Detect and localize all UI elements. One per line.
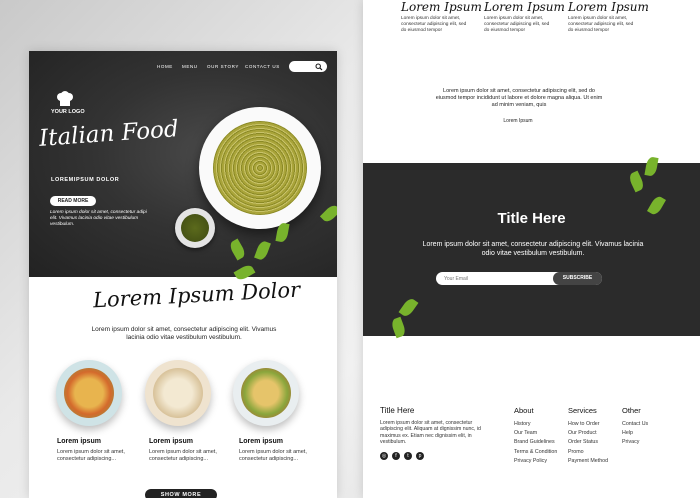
dish-image-1[interactable]: [56, 360, 122, 426]
dish-title-3: Lorem ipsum: [239, 438, 283, 445]
logo-text: YOUR LOGO: [51, 109, 85, 115]
show-more-button[interactable]: SHOW MORE: [145, 489, 217, 498]
footer-column-title: Other: [622, 406, 641, 415]
search-icon[interactable]: [315, 63, 323, 71]
footer-link-our-product[interactable]: Our Product: [568, 429, 608, 438]
twitter-icon[interactable]: t: [404, 452, 412, 460]
dish-title-1: Lorem ipsum: [57, 438, 101, 445]
pesto-image: [181, 214, 209, 242]
section-text: Lorem ipsum dolor sit amet, consectetur …: [91, 326, 277, 341]
footer-link-history[interactable]: History: [514, 420, 557, 429]
footer-column-title: Services: [568, 406, 597, 415]
nav-contact-us[interactable]: CONTACT US: [245, 64, 280, 69]
instagram-icon[interactable]: ◎: [380, 452, 388, 460]
nav-our-story[interactable]: OUR STORY: [207, 64, 239, 69]
footer-link-contact-us[interactable]: Contact Us: [622, 420, 648, 429]
top-column-title: Lorem Ipsum: [484, 0, 565, 14]
top-column-title: Lorem Ipsum: [568, 0, 649, 14]
footer-column-other: Other Contact Us Help Privacy: [622, 406, 648, 448]
top-column-text: Lorem ipsum dolor sit amet, consectetur …: [401, 16, 467, 33]
hero-subtitle: LOREMIPSUM DOLOR: [51, 177, 120, 183]
footer-link-how-to-order[interactable]: How to Order: [568, 420, 608, 429]
top-column-text: Lorem ipsum dolor sit amet, consectetur …: [568, 16, 634, 33]
subscribe-button[interactable]: SUBSCRIBE: [553, 272, 602, 285]
search-bar[interactable]: [289, 61, 327, 72]
top-column-2: Lorem Ipsum Lorem ipsum dolor sit amet, …: [484, 0, 565, 34]
footer-link-terms[interactable]: Terms & Condition: [514, 448, 557, 457]
pasta-image: [213, 121, 307, 215]
basil-leaf-icon: [319, 202, 337, 225]
hero-title: Italian Food: [38, 116, 180, 152]
chef-hat-icon: [57, 91, 73, 106]
dish-text-1: Lorem ipsum dolor sit amet, consectetur …: [57, 449, 125, 462]
footer-link-privacy-policy[interactable]: Privacy Policy: [514, 457, 557, 466]
footer-link-privacy[interactable]: Privacy: [622, 438, 648, 447]
footer-text: Lorem ipsum dolor sit amet, consectetur …: [380, 420, 481, 445]
footer-link-promo[interactable]: Promo: [568, 448, 608, 457]
top-column-1: Lorem Ipsum Lorem ipsum dolor sit amet, …: [401, 0, 482, 34]
footer-title: Title Here: [380, 406, 415, 415]
basil-leaf-icon: [254, 239, 271, 262]
dish-text-2: Lorem ipsum dolor sit amet, consectetur …: [149, 449, 217, 462]
footer-column-title: About: [514, 406, 534, 415]
landing-page-right: Lorem Ipsum Lorem ipsum dolor sit amet, …: [363, 0, 700, 498]
intro-label: Lorem Ipsum: [503, 118, 533, 124]
footer-link-our-team[interactable]: Our Team: [514, 429, 557, 438]
newsletter-text: Lorem ipsum dolor sit amet, consectetur …: [422, 241, 644, 257]
intro-text: Lorem ipsum dolor sit amet, consectetur …: [435, 88, 603, 108]
hero-text: Lorem ipsum dolor sit amet, consectetur …: [50, 210, 147, 227]
dish-title-2: Lorem ipsum: [149, 438, 193, 445]
hero-section: HOME MENU OUR STORY CONTACT US YOUR LOGO…: [29, 51, 337, 283]
nav-home[interactable]: HOME: [157, 64, 173, 69]
footer-link-help[interactable]: Help: [622, 429, 648, 438]
footer-link-order-status[interactable]: Order Status: [568, 438, 608, 447]
dish-image-2[interactable]: [145, 360, 211, 426]
top-column-title: Lorem Ipsum: [401, 0, 482, 14]
dish-text-3: Lorem ipsum dolor sit amet, consectetur …: [239, 449, 307, 462]
landing-page-left: HOME MENU OUR STORY CONTACT US YOUR LOGO…: [29, 51, 337, 498]
footer-link-brand-guidelines[interactable]: Brand Guidelines: [514, 438, 557, 447]
footer-column-services: Services How to Order Our Product Order …: [568, 406, 608, 466]
nav-menu[interactable]: MENU: [182, 64, 198, 69]
dish-image-3[interactable]: [233, 360, 299, 426]
facebook-icon[interactable]: f: [392, 452, 400, 460]
footer-column-about: About History Our Team Brand Guidelines …: [514, 406, 557, 466]
footer-link-payment-method[interactable]: Payment Method: [568, 457, 608, 466]
read-more-button[interactable]: READ MORE: [50, 196, 96, 206]
section-title: Lorem Ipsum Dolor: [92, 277, 301, 313]
pinterest-icon[interactable]: p: [416, 452, 424, 460]
top-column-text: Lorem ipsum dolor sit amet, consectetur …: [484, 16, 550, 33]
top-column-3: Lorem Ipsum Lorem ipsum dolor sit amet, …: [568, 0, 649, 34]
basil-leaf-icon: [227, 238, 248, 261]
